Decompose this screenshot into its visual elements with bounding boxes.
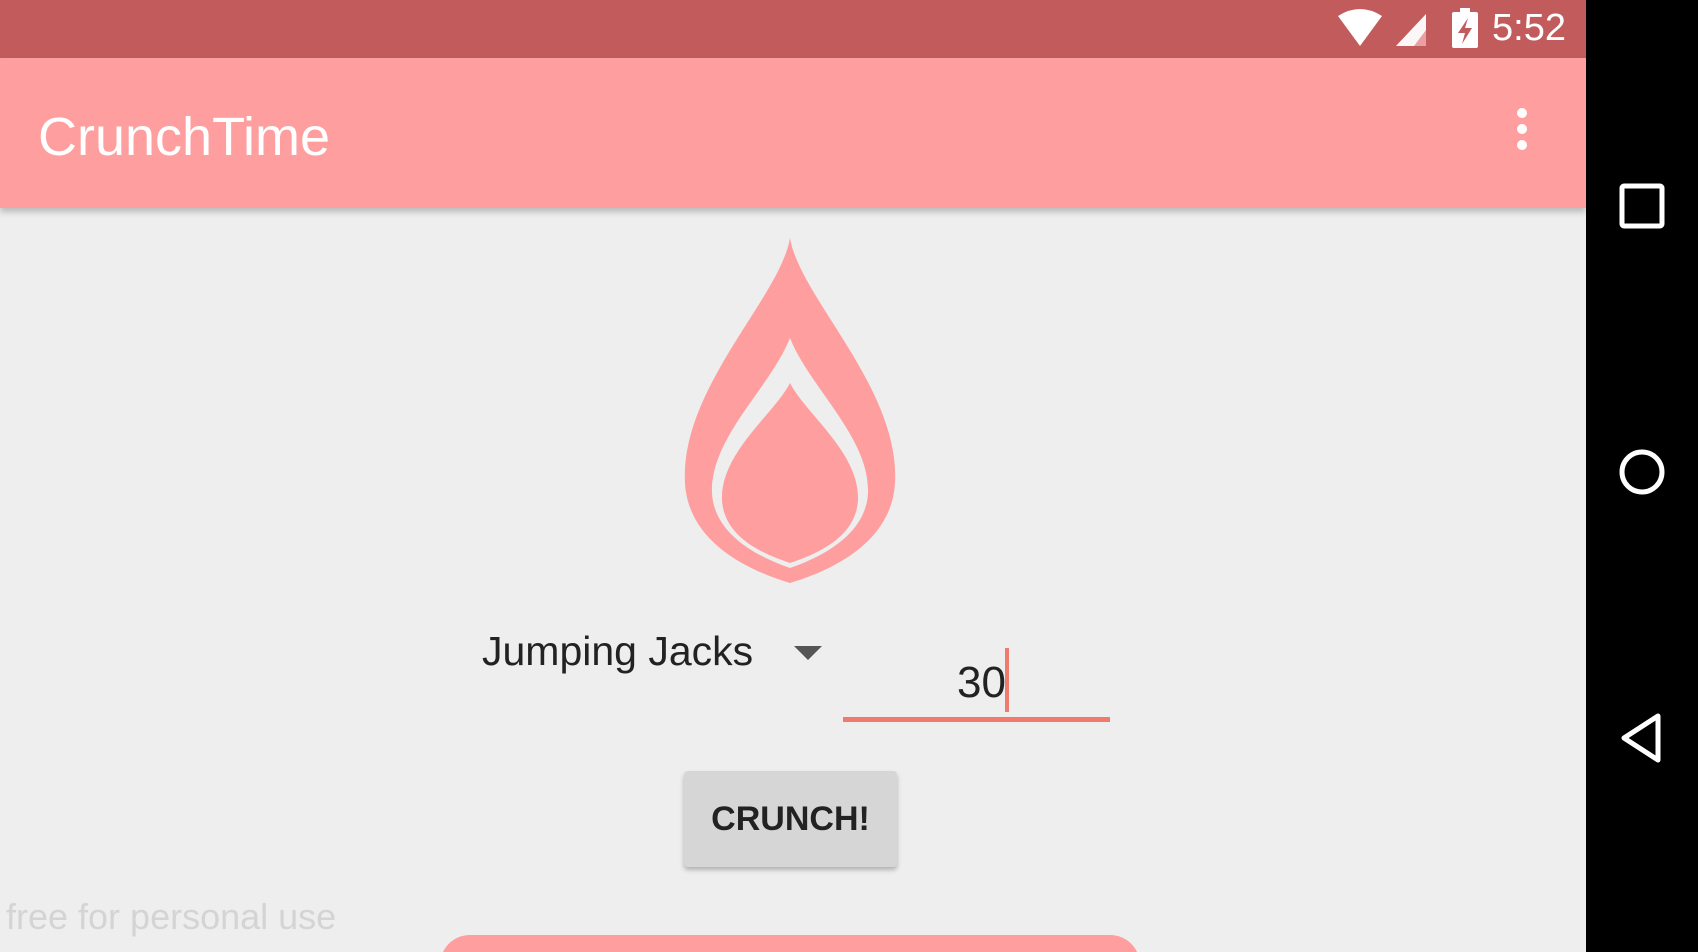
dropdown-arrow-icon bbox=[794, 646, 822, 660]
reps-input-underline bbox=[843, 717, 1110, 722]
home-circle-icon[interactable] bbox=[1612, 442, 1672, 502]
exercise-spinner[interactable]: Jumping Jacks bbox=[482, 628, 822, 675]
app-screen: 5:52 CrunchTime Jumping Jacks 30 CRUNCH!… bbox=[0, 0, 1586, 952]
reps-input[interactable]: 30 bbox=[843, 650, 1110, 722]
app-bar: CrunchTime bbox=[0, 58, 1586, 208]
wifi-icon bbox=[1338, 9, 1382, 46]
text-cursor bbox=[1005, 648, 1009, 712]
watermark-text: free for personal use bbox=[6, 896, 337, 937]
crunch-button[interactable]: CRUNCH! bbox=[684, 771, 897, 867]
reps-input-value: 30 bbox=[957, 658, 1006, 707]
battery-charging-icon bbox=[1452, 8, 1478, 48]
exercise-spinner-label: Jumping Jacks bbox=[482, 628, 754, 674]
status-time: 5:52 bbox=[1492, 7, 1566, 49]
more-vert-icon[interactable] bbox=[1508, 108, 1536, 158]
status-bar: 5:52 bbox=[0, 0, 1586, 58]
recents-square-icon[interactable] bbox=[1612, 176, 1672, 236]
app-title: CrunchTime bbox=[38, 107, 331, 167]
flame-logo-icon bbox=[680, 238, 900, 587]
navigation-bar bbox=[1586, 0, 1698, 952]
bottom-pill-shape bbox=[440, 935, 1140, 952]
back-triangle-icon[interactable] bbox=[1612, 708, 1672, 768]
